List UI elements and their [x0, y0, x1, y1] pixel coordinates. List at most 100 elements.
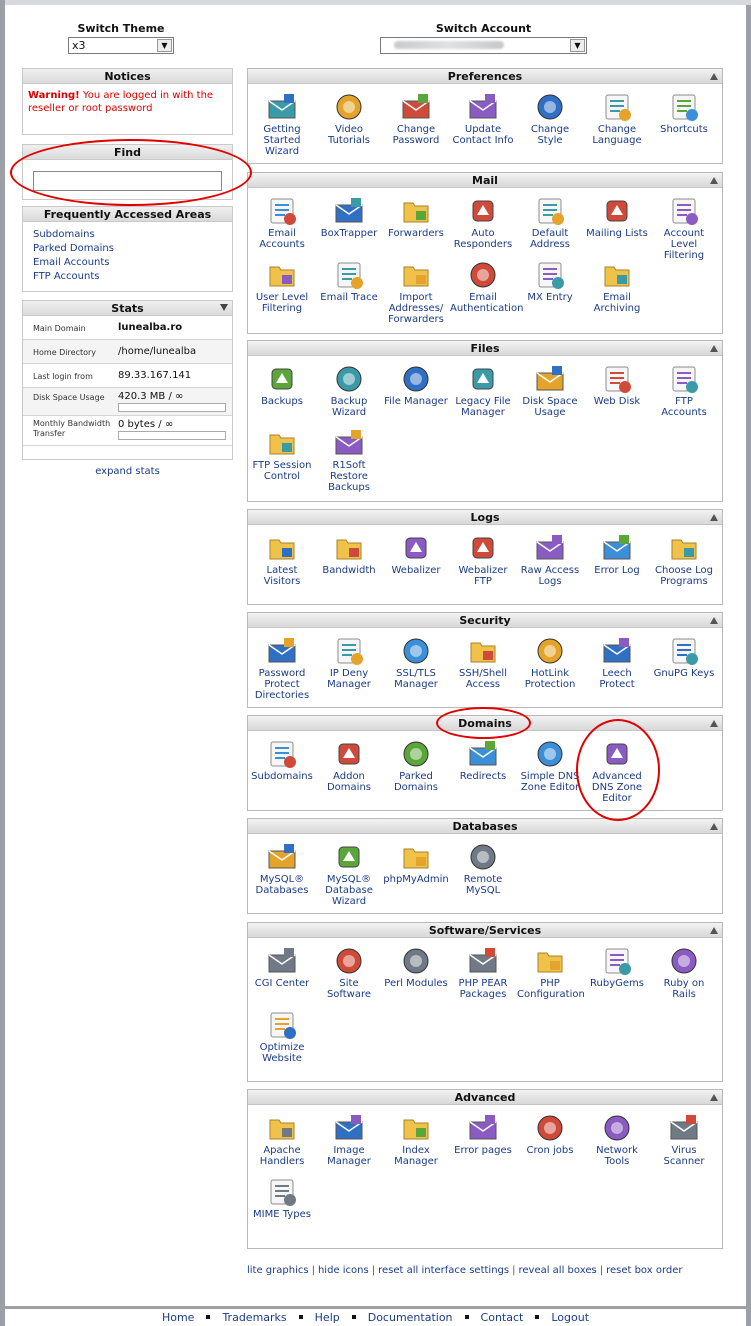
item-label[interactable]: Mailing Lists [584, 228, 650, 239]
item-import-addresses-forwarders[interactable]: Import Addresses/ Forwarders [383, 259, 449, 325]
remote-mysql-icon[interactable] [467, 841, 499, 873]
item-boxtrapper[interactable]: BoxTrapper [316, 195, 382, 239]
footer-link-trademarks[interactable]: Trademarks [222, 1311, 286, 1324]
find-input[interactable] [33, 171, 222, 191]
item-parked-domains[interactable]: Parked Domains [383, 738, 449, 793]
item-ssl-tls-manager[interactable]: SSL/TLS Manager [383, 635, 449, 690]
item-mailing-lists[interactable]: Mailing Lists [584, 195, 650, 239]
php-pear-packages-icon[interactable] [467, 945, 499, 977]
item-getting-started-wizard[interactable]: Getting Started Wizard [249, 91, 315, 157]
item-php-pear-packages[interactable]: PHP PEAR Packages [450, 945, 516, 1000]
footer-link-home[interactable]: Home [162, 1311, 194, 1324]
webalizer-ftp-icon[interactable] [467, 532, 499, 564]
collapse-arrow-icon[interactable] [710, 1094, 718, 1101]
item-label[interactable]: Forwarders [383, 228, 449, 239]
item-backup-wizard[interactable]: Backup Wizard [316, 363, 382, 418]
forwarders-icon[interactable] [400, 195, 432, 227]
mx-entry-icon[interactable] [534, 259, 566, 291]
item-label[interactable]: Shortcuts [651, 124, 717, 135]
item-label[interactable]: File Manager [383, 396, 449, 407]
item-mysql-database-wizard[interactable]: MySQL® Database Wizard [316, 841, 382, 907]
footer-link-help[interactable]: Help [315, 1311, 340, 1324]
item-email-accounts[interactable]: Email Accounts [249, 195, 315, 250]
item-hotlink-protection[interactable]: HotLink Protection [517, 635, 583, 690]
virus-scanner-icon[interactable] [668, 1112, 700, 1144]
auto-responders-icon[interactable] [467, 195, 499, 227]
item-raw-access-logs[interactable]: Raw Access Logs [517, 532, 583, 587]
item-optimize-website[interactable]: Optimize Website [249, 1009, 315, 1064]
item-mysql-databases[interactable]: MySQL® Databases [249, 841, 315, 896]
parked-domains-icon[interactable] [400, 738, 432, 770]
item-label[interactable]: RubyGems [584, 978, 650, 989]
chevron-down-icon[interactable]: ▼ [570, 39, 585, 52]
phpmyadmin-icon[interactable] [400, 841, 432, 873]
item-label[interactable]: Backups [249, 396, 315, 407]
backups-icon[interactable] [266, 363, 298, 395]
item-error-pages[interactable]: Error pages [450, 1112, 516, 1156]
index-manager-icon[interactable] [400, 1112, 432, 1144]
item-label[interactable]: Addon Domains [316, 771, 382, 793]
cgi-center-icon[interactable] [266, 945, 298, 977]
item-user-level-filtering[interactable]: User Level Filtering [249, 259, 315, 314]
item-label[interactable]: Image Manager [316, 1145, 382, 1167]
item-label[interactable]: Change Password [383, 124, 449, 146]
password-protect-directories-icon[interactable] [266, 635, 298, 667]
user-level-filtering-icon[interactable] [266, 259, 298, 291]
item-label[interactable]: SSL/TLS Manager [383, 668, 449, 690]
item-label[interactable]: Disk Space Usage [517, 396, 583, 418]
item-label[interactable]: Error pages [450, 1145, 516, 1156]
web-disk-icon[interactable] [601, 363, 633, 395]
item-remote-mysql[interactable]: Remote MySQL [450, 841, 516, 896]
item-label[interactable]: Simple DNS Zone Editor [517, 771, 583, 793]
item-bandwidth[interactable]: Bandwidth [316, 532, 382, 576]
item-label[interactable]: FTP Accounts [651, 396, 717, 418]
item-shortcuts[interactable]: Shortcuts [651, 91, 717, 135]
item-label[interactable]: Network Tools [584, 1145, 650, 1167]
item-ruby-on-rails[interactable]: Ruby on Rails [651, 945, 717, 1000]
network-tools-icon[interactable] [601, 1112, 633, 1144]
collapse-arrow-icon[interactable] [710, 720, 718, 727]
item-label[interactable]: Cron jobs [517, 1145, 583, 1156]
error-pages-icon[interactable] [467, 1112, 499, 1144]
item-label[interactable]: Account Level Filtering [651, 228, 717, 261]
item-forwarders[interactable]: Forwarders [383, 195, 449, 239]
gnupg-keys-icon[interactable] [668, 635, 700, 667]
video-tutorials-icon[interactable] [333, 91, 365, 123]
item-perl-modules[interactable]: Perl Modules [383, 945, 449, 989]
perl-modules-icon[interactable] [400, 945, 432, 977]
r1soft-restore-backups-icon[interactable] [333, 427, 365, 459]
file-manager-icon[interactable] [400, 363, 432, 395]
item-leech-protect[interactable]: Leech Protect [584, 635, 650, 690]
error-log-icon[interactable] [601, 532, 633, 564]
item-label[interactable]: Perl Modules [383, 978, 449, 989]
item-virus-scanner[interactable]: Virus Scanner [651, 1112, 717, 1167]
item-label[interactable]: Change Language [584, 124, 650, 146]
site-software-icon[interactable] [333, 945, 365, 977]
item-label[interactable]: Legacy File Manager [450, 396, 516, 418]
item-site-software[interactable]: Site Software [316, 945, 382, 1000]
item-ftp-session-control[interactable]: FTP Session Control [249, 427, 315, 482]
item-label[interactable]: Leech Protect [584, 668, 650, 690]
item-legacy-file-manager[interactable]: Legacy File Manager [450, 363, 516, 418]
item-label[interactable]: SSH/Shell Access [450, 668, 516, 690]
item-label[interactable]: MySQL® Database Wizard [316, 874, 382, 907]
item-label[interactable]: Parked Domains [383, 771, 449, 793]
item-label[interactable]: GnuPG Keys [651, 668, 717, 679]
item-error-log[interactable]: Error Log [584, 532, 650, 576]
account-level-filtering-icon[interactable] [668, 195, 700, 227]
backup-wizard-icon[interactable] [333, 363, 365, 395]
item-label[interactable]: Remote MySQL [450, 874, 516, 896]
switch-theme-select[interactable]: x3 ▼ [68, 37, 174, 54]
item-subdomains[interactable]: Subdomains [249, 738, 315, 782]
item-ftp-accounts[interactable]: FTP Accounts [651, 363, 717, 418]
advanced-dns-zone-editor-icon[interactable] [601, 738, 633, 770]
item-label[interactable]: Default Address [517, 228, 583, 250]
item-web-disk[interactable]: Web Disk [584, 363, 650, 407]
bottom-link-reset-box-order[interactable]: reset box order [606, 1265, 682, 1276]
email-archiving-icon[interactable] [601, 259, 633, 291]
collapse-arrow-icon[interactable] [710, 823, 718, 830]
item-label[interactable]: Virus Scanner [651, 1145, 717, 1167]
item-latest-visitors[interactable]: Latest Visitors [249, 532, 315, 587]
item-r1soft-restore-backups[interactable]: R1Soft Restore Backups [316, 427, 382, 493]
ssh-shell-access-icon[interactable] [467, 635, 499, 667]
